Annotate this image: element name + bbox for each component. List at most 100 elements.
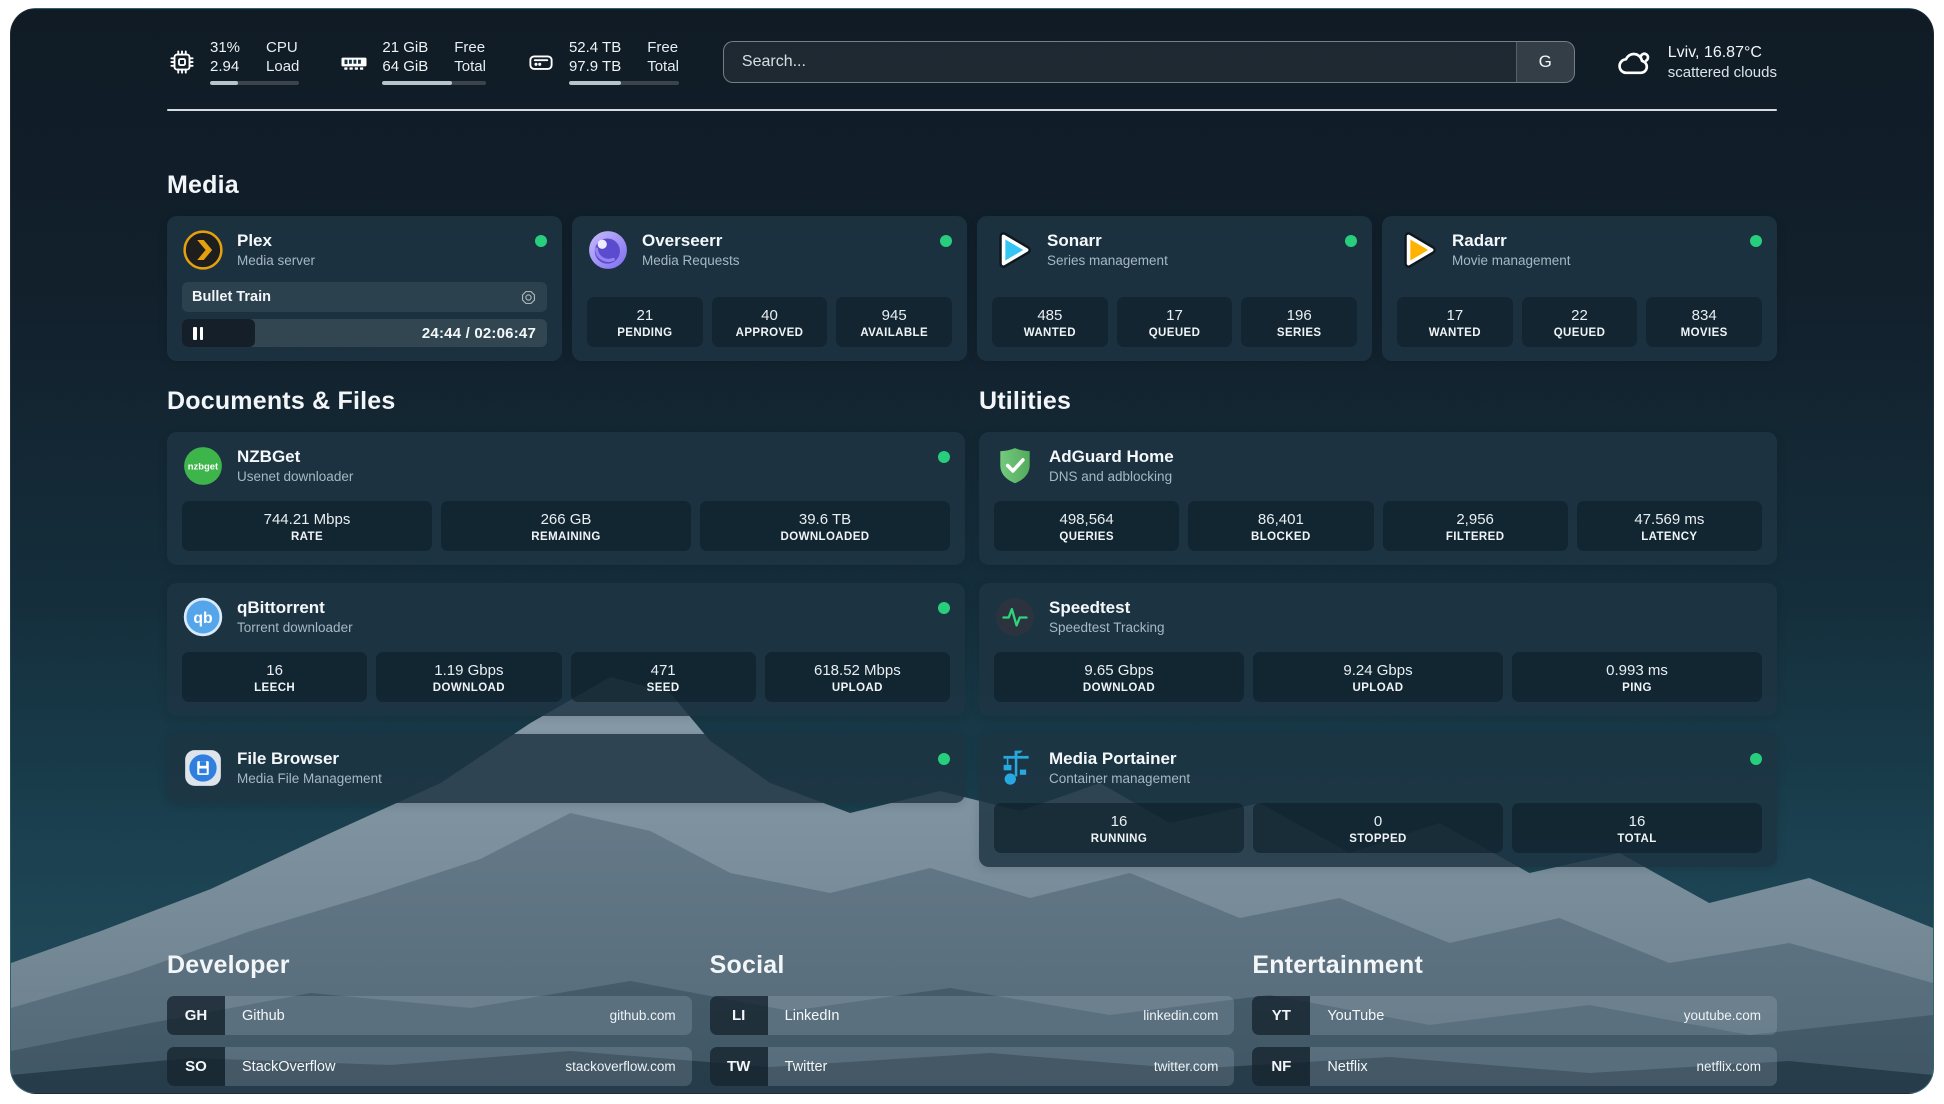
stat-tile: 17 QUEUED bbox=[1117, 297, 1233, 347]
disk-icon bbox=[526, 47, 556, 77]
stat-tile: 86,401 BLOCKED bbox=[1188, 501, 1373, 551]
service-card-portainer[interactable]: Media Portainer Container management 16 … bbox=[979, 734, 1777, 867]
social-section-title: Social bbox=[710, 951, 1235, 980]
radarr-icon bbox=[1397, 229, 1439, 271]
stat-tile: 9.24 Gbps UPLOAD bbox=[1253, 652, 1503, 702]
app-subtitle: Speedtest Tracking bbox=[1049, 619, 1762, 637]
bookmark-url: twitter.com bbox=[1154, 1047, 1235, 1086]
bookmark-netflix[interactable]: NF Netflix netflix.com bbox=[1252, 1047, 1777, 1086]
status-dot-online bbox=[940, 235, 952, 247]
stat-tile: 16 LEECH bbox=[182, 652, 367, 702]
app-subtitle: Media Requests bbox=[642, 252, 927, 270]
stat-tile: 744.21 Mbps RATE bbox=[182, 501, 432, 551]
disk-label-1: Free bbox=[647, 39, 679, 57]
svg-text:qb: qb bbox=[193, 610, 212, 627]
bookmark-stackoverflow[interactable]: SO StackOverflow stackoverflow.com bbox=[167, 1047, 692, 1086]
weather-widget: Lviv, 16.87°C scattered clouds bbox=[1615, 42, 1777, 82]
app-title: Plex bbox=[237, 230, 522, 252]
bookmark-linkedin[interactable]: LI LinkedIn linkedin.com bbox=[710, 996, 1235, 1035]
cpu-load: 2.94 bbox=[210, 58, 240, 76]
entertainment-section-title: Entertainment bbox=[1252, 951, 1777, 980]
bookmark-url: github.com bbox=[610, 996, 692, 1035]
svg-text:nzbget: nzbget bbox=[188, 462, 219, 473]
sonarr-icon bbox=[992, 229, 1034, 271]
bookmark-youtube[interactable]: YT YouTube youtube.com bbox=[1252, 996, 1777, 1035]
service-card-sonarr[interactable]: Sonarr Series management 485 WANTED 17 Q… bbox=[977, 216, 1372, 361]
search-input[interactable] bbox=[724, 42, 1516, 82]
app-subtitle: Container management bbox=[1049, 770, 1737, 788]
status-dot-online bbox=[938, 602, 950, 614]
app-title: Media Portainer bbox=[1049, 748, 1737, 770]
section-media: Media Plex Media server bbox=[167, 171, 1777, 361]
service-card-speedtest[interactable]: Speedtest Speedtest Tracking 9.65 Gbps D… bbox=[979, 583, 1777, 716]
app-subtitle: Series management bbox=[1047, 252, 1332, 270]
cpu-widget: 31% CPU 2.94 Load bbox=[167, 39, 299, 85]
bookmark-url: linkedin.com bbox=[1143, 996, 1234, 1035]
bookmark-twitter[interactable]: TW Twitter twitter.com bbox=[710, 1047, 1235, 1086]
section-social: Social LI LinkedIn linkedin.com TW Twitt… bbox=[710, 951, 1235, 1094]
bookmark-name: Netflix bbox=[1310, 1047, 1696, 1086]
bookmark-abbr: LI bbox=[710, 996, 768, 1035]
bookmark-url: stackoverflow.com bbox=[565, 1047, 691, 1086]
service-card-plex[interactable]: Plex Media server Bullet Train bbox=[167, 216, 562, 361]
now-playing-row: Bullet Train bbox=[182, 282, 547, 312]
app-subtitle: Movie management bbox=[1452, 252, 1737, 270]
stat-tile: 9.65 Gbps DOWNLOAD bbox=[994, 652, 1244, 702]
stat-tile: 471 SEED bbox=[571, 652, 756, 702]
service-card-adguard[interactable]: AdGuard Home DNS and adblocking 498,564 … bbox=[979, 432, 1777, 565]
media-info-icon[interactable] bbox=[520, 289, 537, 306]
service-card-radarr[interactable]: Radarr Movie management 17 WANTED 22 QUE… bbox=[1382, 216, 1777, 361]
bookmark-github[interactable]: GH Github github.com bbox=[167, 996, 692, 1035]
app-subtitle: Media File Management bbox=[237, 770, 925, 788]
bookmark-url: youtube.com bbox=[1684, 996, 1777, 1035]
stat-tile: 0.993 ms PING bbox=[1512, 652, 1762, 702]
pause-icon bbox=[193, 327, 203, 340]
app-subtitle: Torrent downloader bbox=[237, 619, 925, 637]
cpu-percent: 31% bbox=[210, 39, 240, 57]
bookmark-name: StackOverflow bbox=[225, 1047, 565, 1086]
service-card-qbittorrent[interactable]: qb qBittorrent Torrent downloader 16 LEE… bbox=[167, 583, 965, 716]
nzbget-icon: nzbget bbox=[182, 445, 224, 487]
bookmark-name: YouTube bbox=[1310, 996, 1683, 1035]
disk-free: 52.4 TB bbox=[569, 39, 621, 57]
cpu-label-1: CPU bbox=[266, 39, 299, 57]
service-card-nzbget[interactable]: nzbget NZBGet Usenet downloader 744.21 M… bbox=[167, 432, 965, 565]
stat-tile: 0 STOPPED bbox=[1253, 803, 1503, 853]
app-title: qBittorrent bbox=[237, 597, 925, 619]
search-provider-button[interactable]: G bbox=[1516, 42, 1574, 82]
app-subtitle: DNS and adblocking bbox=[1049, 468, 1762, 486]
app-subtitle: Usenet downloader bbox=[237, 468, 925, 486]
service-card-overseerr[interactable]: Overseerr Media Requests 21 PENDING 40 A… bbox=[572, 216, 967, 361]
memory-icon bbox=[339, 47, 369, 77]
documents-section-title: Documents & Files bbox=[167, 387, 965, 416]
dashboard-window: 31% CPU 2.94 Load bbox=[10, 8, 1934, 1094]
cpu-icon bbox=[167, 47, 197, 77]
utilities-section-title: Utilities bbox=[979, 387, 1777, 416]
app-subtitle: Media server bbox=[237, 252, 522, 270]
app-title: NZBGet bbox=[237, 446, 925, 468]
memory-total: 64 GiB bbox=[382, 58, 428, 76]
bookmark-name: Github bbox=[225, 996, 610, 1035]
stat-tile: 21 PENDING bbox=[587, 297, 703, 347]
status-dot-online bbox=[938, 451, 950, 463]
disk-widget: 52.4 TB Free 97.9 TB Total bbox=[526, 39, 679, 85]
now-playing-title: Bullet Train bbox=[192, 289, 520, 305]
app-title: File Browser bbox=[237, 748, 925, 770]
adguard-icon bbox=[994, 445, 1036, 487]
stat-tile: 22 QUEUED bbox=[1522, 297, 1638, 347]
disk-bar bbox=[569, 81, 679, 85]
weather-condition: scattered clouds bbox=[1668, 63, 1777, 82]
overseerr-icon bbox=[587, 229, 629, 271]
bookmark-abbr: SO bbox=[167, 1047, 225, 1086]
section-developer: Developer GH Github github.com SO StackO… bbox=[167, 951, 692, 1094]
status-dot-online bbox=[535, 235, 547, 247]
bookmark-abbr: TW bbox=[710, 1047, 768, 1086]
app-title: AdGuard Home bbox=[1049, 446, 1762, 468]
stat-tile: 1.19 Gbps DOWNLOAD bbox=[376, 652, 561, 702]
memory-bar bbox=[382, 81, 486, 85]
media-section-title: Media bbox=[167, 171, 1777, 200]
service-card-filebrowser[interactable]: File Browser Media File Management bbox=[167, 734, 965, 803]
disk-total: 97.9 TB bbox=[569, 58, 621, 76]
qbittorrent-icon: qb bbox=[182, 596, 224, 638]
app-title: Overseerr bbox=[642, 230, 927, 252]
